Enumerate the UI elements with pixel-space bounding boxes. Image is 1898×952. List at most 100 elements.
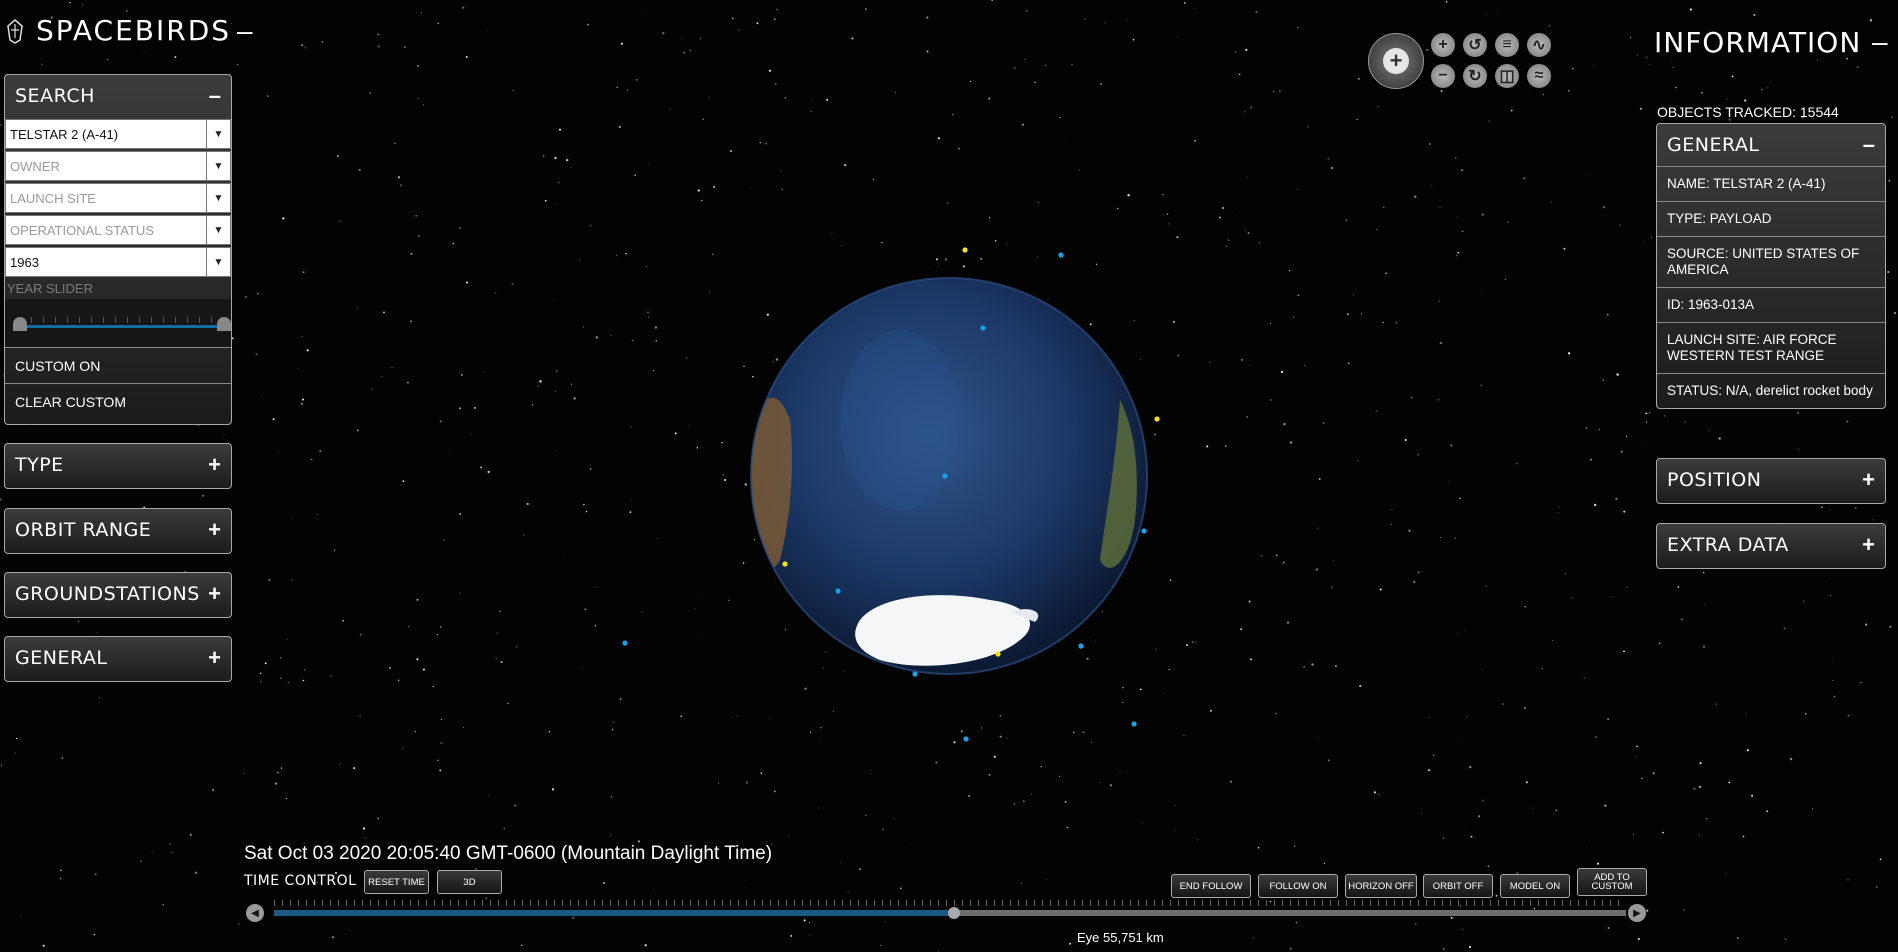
- year-field[interactable]: 1963: [5, 247, 207, 277]
- status-field[interactable]: OPERATIONAL STATUS: [5, 215, 207, 245]
- debris-marker[interactable]: [835, 588, 841, 594]
- navigation-wheel[interactable]: +: [1368, 33, 1424, 89]
- time-slider-thumb[interactable]: [948, 907, 961, 919]
- time-slider[interactable]: [256, 900, 1644, 920]
- space-viewport[interactable]: [0, 0, 1898, 952]
- star: [1439, 341, 1443, 345]
- slider-track[interactable]: [19, 325, 217, 328]
- owner-dropdown[interactable]: OWNER ▼: [5, 151, 231, 181]
- star: [1290, 441, 1293, 444]
- star: [1623, 510, 1626, 513]
- payload-marker[interactable]: [962, 247, 968, 253]
- flatten-icon[interactable]: ≈: [1527, 64, 1551, 88]
- pan-icon[interactable]: +: [1383, 48, 1409, 74]
- star: [1141, 821, 1143, 823]
- zoom-in-icon[interactable]: +: [1431, 33, 1455, 57]
- fast-forward-icon[interactable]: ▶: [1628, 904, 1646, 922]
- star: [460, 373, 463, 376]
- debris-marker[interactable]: [912, 671, 918, 677]
- rotate-left-icon[interactable]: ↺: [1463, 33, 1487, 57]
- name-dropdown[interactable]: TELSTAR 2 (A-41) ▼: [5, 119, 231, 149]
- end-follow-button[interactable]: END FOLLOW: [1171, 874, 1251, 898]
- star: [558, 181, 560, 183]
- launch-site-dropdown[interactable]: LAUNCH SITE ▼: [5, 183, 231, 213]
- year-slider[interactable]: [5, 299, 231, 347]
- general-info-header[interactable]: GENERAL –: [1657, 124, 1885, 166]
- extra-data-panel[interactable]: EXTRA DATA +: [1656, 523, 1886, 569]
- star: [285, 797, 288, 800]
- expand-icon[interactable]: +: [208, 517, 221, 543]
- zoom-out-icon[interactable]: −: [1431, 64, 1455, 88]
- custom-on-button[interactable]: CUSTOM ON: [5, 347, 231, 383]
- information-collapse-button[interactable]: –: [1872, 26, 1888, 58]
- year-dropdown[interactable]: 1963 ▼: [5, 247, 231, 277]
- chevron-down-icon[interactable]: ▼: [207, 183, 231, 213]
- expand-icon[interactable]: +: [1862, 467, 1875, 493]
- search-panel-header[interactable]: SEARCH –: [5, 75, 231, 117]
- horizon-off-button[interactable]: HORIZON OFF: [1345, 874, 1417, 898]
- info-type: TYPE: PAYLOAD: [1657, 201, 1885, 236]
- star: [1789, 757, 1793, 761]
- position-panel[interactable]: POSITION +: [1656, 458, 1886, 504]
- reset-time-button[interactable]: RESET TIME: [364, 870, 429, 894]
- name-field[interactable]: TELSTAR 2 (A-41): [5, 119, 207, 149]
- chevron-down-icon[interactable]: ▼: [207, 215, 231, 245]
- debris-marker[interactable]: [1078, 643, 1084, 649]
- debris-marker[interactable]: [1058, 252, 1064, 258]
- audio-icon[interactable]: ◫: [1495, 64, 1519, 88]
- app-collapse-button[interactable]: –: [237, 15, 253, 47]
- view-mode-button[interactable]: 3D: [437, 870, 502, 894]
- general-filter-panel[interactable]: GENERAL +: [4, 636, 232, 682]
- rotate-right-icon[interactable]: ↻: [1463, 64, 1487, 88]
- expand-icon[interactable]: +: [1862, 532, 1875, 558]
- add-to-custom-button[interactable]: ADD TO CUSTOM: [1577, 868, 1647, 896]
- star: [1034, 81, 1036, 84]
- chevron-down-icon[interactable]: ▼: [207, 151, 231, 181]
- owner-field[interactable]: OWNER: [5, 151, 207, 181]
- slider-handle-min[interactable]: [13, 317, 27, 331]
- orbit-off-button[interactable]: ORBIT OFF: [1423, 874, 1493, 898]
- debris-marker[interactable]: [1141, 528, 1147, 534]
- star: [1585, 427, 1588, 429]
- star: [1021, 123, 1025, 126]
- chevron-down-icon[interactable]: ▼: [207, 247, 231, 277]
- star: [1454, 537, 1456, 539]
- status-dropdown[interactable]: OPERATIONAL STATUS ▼: [5, 215, 231, 245]
- payload-marker[interactable]: [995, 651, 1001, 657]
- debris-marker[interactable]: [942, 473, 948, 479]
- wave-icon[interactable]: ∿: [1527, 33, 1551, 57]
- debris-marker[interactable]: [980, 325, 986, 331]
- orbit-range-panel[interactable]: ORBIT RANGE +: [4, 508, 232, 554]
- collapse-icon[interactable]: –: [1863, 132, 1875, 158]
- star: [960, 730, 963, 733]
- expand-icon[interactable]: +: [208, 581, 221, 607]
- debris-marker[interactable]: [963, 736, 969, 742]
- payload-marker[interactable]: [1154, 416, 1160, 422]
- expand-icon[interactable]: +: [208, 452, 221, 478]
- star: [745, 887, 747, 888]
- star: [825, 651, 827, 653]
- star: [1461, 169, 1463, 171]
- type-panel[interactable]: TYPE +: [4, 443, 232, 489]
- earth-globe[interactable]: [750, 277, 1148, 675]
- star: [503, 827, 506, 830]
- groundstations-panel[interactable]: GROUNDSTATIONS +: [4, 572, 232, 618]
- follow-on-button[interactable]: FOLLOW ON: [1258, 874, 1338, 898]
- debris-marker[interactable]: [1131, 721, 1137, 727]
- launch-site-field[interactable]: LAUNCH SITE: [5, 183, 207, 213]
- star: [1404, 438, 1407, 442]
- layers-icon[interactable]: ≡: [1495, 33, 1519, 57]
- collapse-icon[interactable]: –: [209, 83, 221, 109]
- chevron-down-icon[interactable]: ▼: [207, 119, 231, 149]
- star: [463, 726, 464, 728]
- star: [565, 158, 569, 162]
- clear-custom-button[interactable]: CLEAR CUSTOM: [5, 383, 231, 419]
- model-on-button[interactable]: MODEL ON: [1500, 874, 1570, 898]
- star: [708, 96, 710, 98]
- star: [1169, 579, 1172, 582]
- payload-marker[interactable]: [782, 561, 788, 567]
- slider-handle-max[interactable]: [217, 317, 231, 331]
- expand-icon[interactable]: +: [208, 645, 221, 671]
- debris-marker[interactable]: [622, 640, 628, 646]
- star: [1671, 59, 1672, 61]
